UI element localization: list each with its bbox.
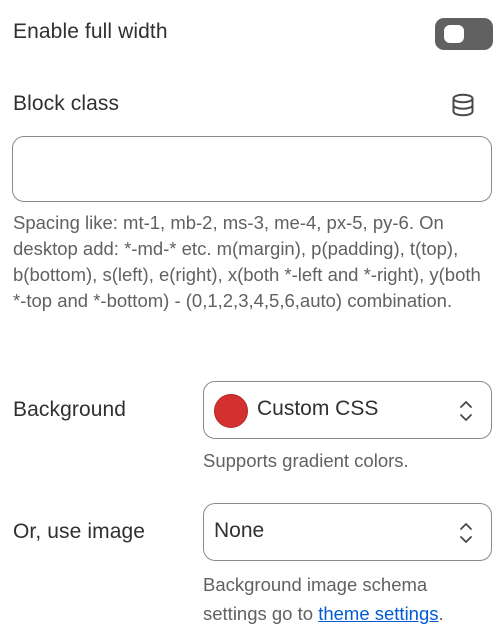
block-class-help: Spacing like: mt-1, mb-2, ms-3, me-4, px…	[13, 212, 481, 311]
background-hint: Supports gradient colors.	[203, 450, 409, 471]
full-width-row: Enable full width	[13, 14, 493, 52]
color-swatch[interactable]	[214, 394, 248, 428]
full-width-label: Enable full width	[13, 20, 168, 43]
block-class-input[interactable]	[12, 136, 492, 202]
image-select[interactable]: None	[203, 503, 492, 561]
select-chevrons-icon	[460, 401, 472, 421]
theme-settings-link[interactable]: theme settings	[318, 603, 438, 624]
block-class-label: Block class	[13, 92, 120, 115]
database-icon[interactable]	[449, 91, 477, 119]
image-hint-suffix: .	[438, 603, 444, 624]
image-label: Or, use image	[13, 520, 146, 543]
background-label: Background	[13, 398, 127, 421]
background-select-value: Custom CSS	[257, 397, 379, 420]
toggle-knob	[444, 25, 464, 43]
background-select[interactable]: Custom CSS	[203, 381, 492, 439]
image-hint: Background image schema settings go to t…	[203, 570, 493, 624]
full-width-toggle[interactable]	[435, 18, 493, 50]
image-select-value: None	[214, 519, 265, 542]
select-chevrons-icon	[460, 523, 472, 543]
